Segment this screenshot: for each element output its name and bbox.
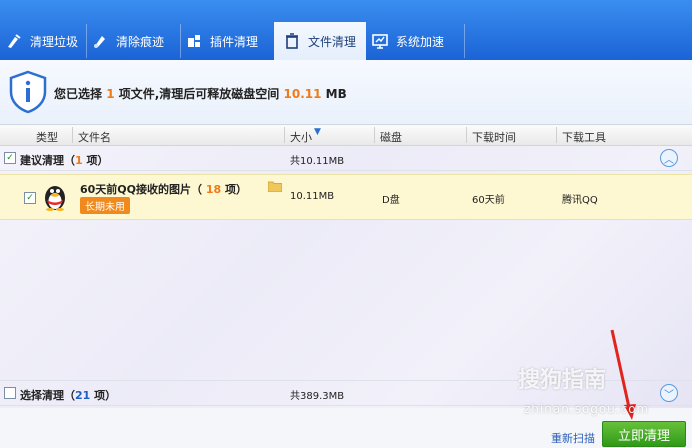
item-name: 60天前QQ接收的图片（ 18 项） xyxy=(80,183,248,196)
broom-icon xyxy=(6,33,22,49)
column-header: 类型 文件名 大小 ▼ 磁盘 下载时间 下载工具 xyxy=(0,124,692,146)
group-optional-checkbox[interactable] xyxy=(4,387,16,399)
column-download-tool[interactable]: 下载工具 xyxy=(562,129,606,145)
tab-clear-traces[interactable]: 清除痕迹 xyxy=(92,22,178,60)
summary-text: 您已选择 1 项文件,清理后可释放磁盘空间 10.11 MB xyxy=(54,87,347,101)
qq-penguin-icon xyxy=(45,186,65,211)
item-download-tool: 腾讯QQ xyxy=(562,195,598,206)
plugin-icon xyxy=(186,33,202,49)
tab-clean-junk[interactable]: 清理垃圾 xyxy=(0,22,82,60)
group-recommended[interactable]: ✓ 建议清理（1 项） 共10.11MB ︿ xyxy=(0,146,692,171)
trace-icon xyxy=(92,33,108,49)
tab-label: 文件清理 xyxy=(308,34,357,49)
column-type[interactable]: 类型 xyxy=(36,129,58,145)
top-tab-bar: 清理垃圾 清除痕迹 插件清理 文件清理 系统加速 xyxy=(0,0,692,60)
tab-label: 系统加速 xyxy=(396,34,445,49)
sort-desc-icon: ▼ xyxy=(314,127,321,137)
group-recommended-checkbox[interactable]: ✓ xyxy=(4,152,16,164)
tab-label: 插件清理 xyxy=(210,34,259,49)
group-recommended-total: 共10.11MB xyxy=(290,156,345,167)
rescan-link[interactable]: 重新扫描 xyxy=(551,430,595,446)
item-checkbox[interactable]: ✓ xyxy=(24,192,36,204)
info-shield-icon xyxy=(9,70,47,114)
tab-label: 清除痕迹 xyxy=(116,34,165,49)
item-disk: D盘 xyxy=(382,195,400,206)
monitor-icon xyxy=(372,33,388,49)
tab-system-speedup[interactable]: 系统加速 xyxy=(372,22,462,60)
list-item[interactable]: ✓ 60天前QQ接收的图片（ 18 项） 长期未用 10.11MB D盘 60天… xyxy=(0,174,692,220)
selected-count: 1 xyxy=(106,87,115,101)
trash-icon xyxy=(284,33,300,49)
column-size[interactable]: 大小 xyxy=(290,129,312,145)
group-optional-total: 共389.3MB xyxy=(290,391,345,402)
item-size: 10.11MB xyxy=(290,191,335,202)
column-filename[interactable]: 文件名 xyxy=(78,129,111,145)
clean-now-button[interactable]: 立即清理 xyxy=(602,421,686,447)
column-download-time[interactable]: 下载时间 xyxy=(472,129,516,145)
group-optional-label: 选择清理（21 项） xyxy=(20,389,117,402)
tab-label: 清理垃圾 xyxy=(30,34,79,49)
item-download-time: 60天前 xyxy=(472,195,505,206)
tab-plugin-clean[interactable]: 插件清理 xyxy=(186,22,272,60)
watermark-logo: 搜狗指南 xyxy=(518,368,607,393)
selection-summary: 您已选择 1 项文件,清理后可释放磁盘空间 10.11 MB xyxy=(0,60,692,124)
free-space-size: 10.11 xyxy=(283,87,322,101)
folder-icon[interactable] xyxy=(268,181,282,192)
expand-down-icon[interactable]: ﹀ xyxy=(660,384,678,402)
collapse-up-icon[interactable]: ︿ xyxy=(660,149,678,167)
column-disk[interactable]: 磁盘 xyxy=(380,129,402,145)
group-recommended-label: 建议清理（1 项） xyxy=(20,154,109,167)
unused-badge: 长期未用 xyxy=(80,197,130,214)
tab-file-clean[interactable]: 文件清理 xyxy=(274,22,366,60)
watermark-url: zhinan.sogou.com xyxy=(524,402,650,416)
